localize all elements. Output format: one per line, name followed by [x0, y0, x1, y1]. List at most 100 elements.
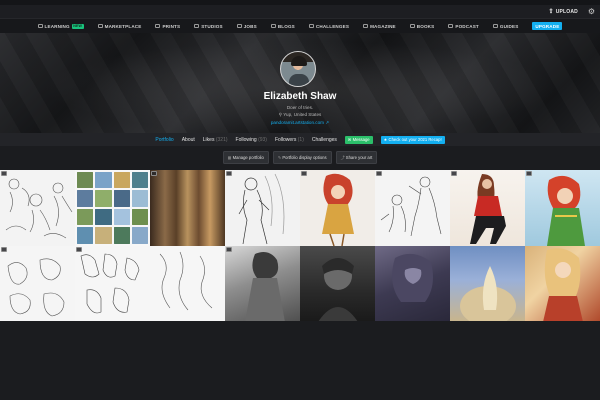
jobs-icon	[236, 24, 242, 28]
thumb	[77, 172, 94, 189]
figure-sketch-thumbnail	[238, 173, 285, 245]
manage-portfolio-button[interactable]: ▦Manage portfolio	[222, 151, 269, 164]
avatar[interactable]	[280, 51, 316, 87]
upload-button[interactable]: ⇪ UPLOAD	[548, 8, 578, 16]
tab-following-label: Following	[235, 136, 257, 143]
multi-image-icon	[226, 246, 232, 252]
artwork-tile[interactable]	[450, 245, 525, 321]
main-nav: LEARNING NEW MARKETPLACE PRINTS STUDIOS …	[0, 19, 600, 33]
thumb	[95, 172, 112, 189]
nav-challenges[interactable]: CHALLENGES	[308, 23, 350, 29]
sketch-thumbnail	[5, 178, 73, 239]
nav-blogs[interactable]: BLOGS	[270, 24, 295, 29]
artwork-tile[interactable]	[150, 170, 225, 246]
profile-tagline: Doer of tries.	[286, 105, 314, 110]
magazine-icon	[363, 24, 369, 28]
share-icon: ⤴	[340, 154, 345, 160]
nav-label: MARKETPLACE	[104, 23, 142, 29]
marketplace-icon	[97, 24, 103, 28]
multi-image-icon	[1, 171, 7, 176]
thumb	[95, 190, 112, 207]
artwork-tile[interactable]	[150, 245, 225, 321]
books-icon	[409, 24, 415, 28]
manage-label: Manage portfolio	[232, 154, 264, 160]
tab-followers[interactable]: Followers (1)	[275, 137, 304, 143]
profile-header: Elizabeth Shaw Doer of tries. ⚲ Yup, Uni…	[0, 33, 600, 133]
profile-tabs: Portfolio About Likes (321) Following (9…	[0, 133, 600, 146]
artwork-tile[interactable]	[375, 170, 450, 246]
nav-label: GUIDES	[499, 23, 519, 29]
nav-magazine[interactable]: MAGAZINE	[363, 24, 396, 29]
nav-learning[interactable]: LEARNING NEW	[37, 23, 84, 29]
tab-likes[interactable]: Likes (321)	[203, 137, 228, 143]
thumb	[77, 227, 94, 244]
artwork-tile[interactable]	[0, 170, 75, 246]
profile-name: Elizabeth Shaw	[263, 91, 337, 102]
nav-label: CHALLENGES	[315, 23, 350, 29]
blonde-character-thumbnail	[543, 247, 583, 321]
multi-image-icon	[301, 171, 307, 176]
elf-character-thumbnail	[547, 175, 585, 246]
tab-challenges[interactable]: Challenges	[312, 137, 337, 143]
nav-prints[interactable]: PRINTS	[155, 24, 180, 29]
artwork-tile[interactable]	[225, 245, 300, 321]
profile-website-link[interactable]: pandoramit.artstation.com ↗	[0, 120, 600, 126]
multi-image-icon	[526, 171, 532, 176]
thumb	[77, 208, 94, 226]
grid-icon: ▦	[227, 154, 232, 160]
thumb	[131, 190, 148, 207]
creature-painting-thumbnail	[460, 265, 516, 321]
artwork-tile[interactable]	[450, 170, 525, 246]
artwork-tile[interactable]	[525, 245, 600, 321]
likes-count: (321)	[215, 136, 228, 143]
character-thumbnail	[322, 173, 354, 246]
artwork-tile[interactable]	[75, 170, 150, 246]
prints-icon	[155, 24, 161, 28]
artwork-tile[interactable]	[525, 170, 600, 246]
nav-jobs[interactable]: JOBS	[236, 24, 257, 29]
nav-guides[interactable]: GUIDES	[492, 23, 519, 29]
multi-image-icon	[376, 171, 382, 176]
nav-studios[interactable]: STUDIOS	[194, 24, 223, 29]
utility-bar: ⇪ UPLOAD ⚙	[0, 5, 600, 19]
nav-marketplace[interactable]: MARKETPLACE	[97, 23, 142, 29]
display-options-button[interactable]: ✎Portfolio display options	[272, 151, 332, 164]
multi-image-icon	[226, 171, 232, 176]
artwork-tile[interactable]	[375, 245, 450, 321]
settings-icon[interactable]: ⚙	[587, 7, 596, 16]
thumb	[113, 208, 130, 226]
tab-followers-label: Followers	[274, 136, 297, 143]
artwork-tile[interactable]	[0, 245, 75, 321]
artwork-tile[interactable]	[300, 245, 375, 321]
recap-button[interactable]: ★ Check out your 2021 Recap!	[380, 135, 445, 144]
message-label: Message	[352, 137, 370, 142]
nav-books[interactable]: BOOKS	[409, 24, 435, 29]
share-art-button[interactable]: ⤴Share your art	[335, 151, 378, 164]
artwork-tile[interactable]	[75, 245, 150, 321]
hand-study-thumbnail	[80, 253, 140, 313]
multi-image-icon	[151, 171, 157, 176]
podcast-icon	[448, 24, 454, 28]
upgrade-button[interactable]: UPGRADE	[532, 22, 563, 30]
guides-icon	[492, 24, 498, 28]
challenges-icon	[308, 24, 314, 28]
tab-portfolio[interactable]: Portfolio	[155, 137, 173, 143]
dark-portrait-thumbnail	[318, 257, 358, 321]
thumb	[95, 227, 112, 244]
message-button[interactable]: ✉ Message	[344, 135, 373, 144]
tab-following[interactable]: Following (93)	[236, 137, 267, 143]
tab-about[interactable]: About	[182, 137, 195, 143]
thumb	[131, 208, 148, 226]
artwork-tile[interactable]	[225, 170, 300, 246]
mail-icon: ✉	[347, 137, 352, 142]
nav-label: LEARNING	[44, 23, 70, 29]
website-text: pandoramit.artstation.com	[270, 120, 324, 125]
pencil-icon: ✎	[277, 154, 282, 160]
artwork-tile[interactable]	[300, 170, 375, 246]
upload-icon: ⇪	[548, 9, 554, 15]
nav-podcast[interactable]: PODCAST	[448, 24, 479, 29]
followers-count: (1)	[297, 136, 304, 143]
external-link-icon: ↗	[325, 120, 330, 125]
armored-figure-thumbnail	[392, 253, 433, 302]
nav-label: PODCAST	[455, 23, 479, 29]
